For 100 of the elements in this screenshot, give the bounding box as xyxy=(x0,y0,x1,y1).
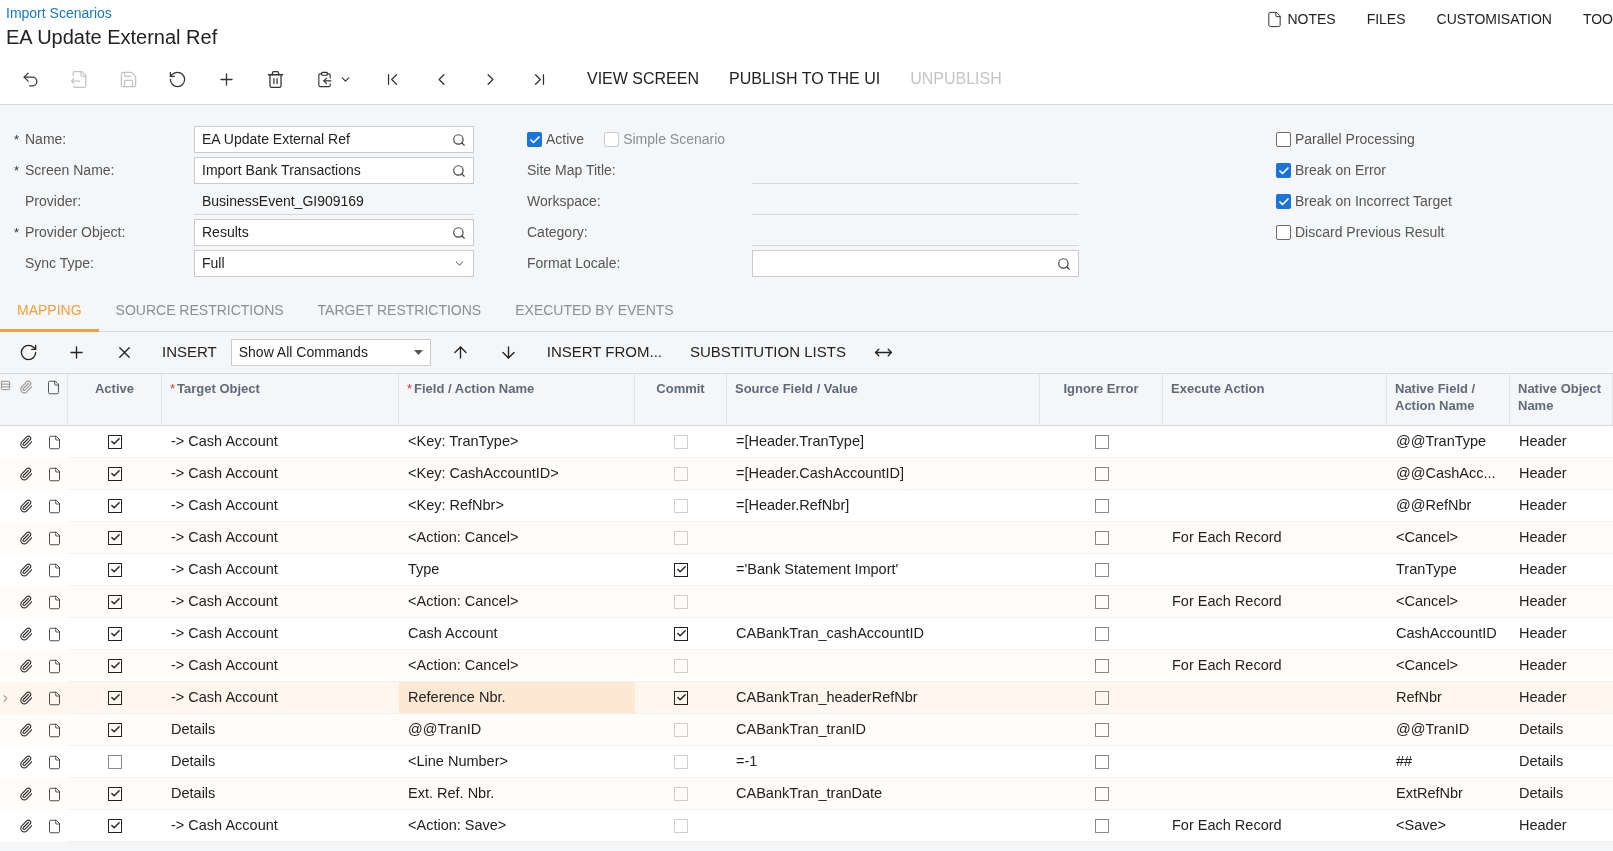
grid-toolbar-button[interactable]: INSERT xyxy=(148,337,231,368)
checkbox[interactable] xyxy=(674,626,688,641)
grid-row[interactable]: -> Cash Account <Action: Cancel> For Each Record <Cancel> Header xyxy=(0,586,1613,618)
checkbox[interactable] xyxy=(1094,530,1109,545)
field-value: BusinessEvent_GI909169 xyxy=(194,188,474,215)
undo-icon xyxy=(168,69,187,89)
checkbox[interactable] xyxy=(674,690,688,705)
command-filter-select[interactable]: Show All Commands xyxy=(230,339,431,366)
lookup-field[interactable]: Results xyxy=(194,219,474,246)
checkbox[interactable] xyxy=(108,466,122,481)
checkbox[interactable] xyxy=(108,562,122,577)
lookup-field[interactable]: Import Bank Transactions xyxy=(194,157,474,184)
attachment-icon xyxy=(19,723,33,737)
checkbox[interactable] xyxy=(1094,434,1109,449)
table-cell: For Each Record xyxy=(1163,810,1387,842)
checkbox[interactable] xyxy=(1094,626,1109,641)
field-label: Site Map Title: xyxy=(527,161,617,180)
attachment-icon xyxy=(19,531,33,545)
checkbox[interactable] xyxy=(108,594,122,609)
field-label: Sync Type: xyxy=(25,254,94,273)
grid-row[interactable]: Details @@TranID CABankTran_tranID @@TranID Details xyxy=(0,714,1613,746)
note-icon xyxy=(46,380,61,395)
checkbox[interactable] xyxy=(108,690,122,705)
attachment-icon xyxy=(19,467,33,481)
checkbox[interactable] xyxy=(1094,562,1109,577)
checkbox[interactable] xyxy=(1094,658,1109,673)
required-mark: * xyxy=(14,161,20,180)
grid-row[interactable]: -> Cash Account <Key: CashAccountID> =[Header.CashAccountID] @@CashAcc... Header xyxy=(0,458,1613,490)
checkbox[interactable] xyxy=(108,754,122,769)
checkbox[interactable] xyxy=(1094,498,1109,513)
toolbar-button[interactable]: PUBLISH TO THE UI xyxy=(716,63,894,95)
required-mark: * xyxy=(14,130,20,149)
top-link[interactable]: NOTES xyxy=(1266,10,1336,28)
column-title: Execute Action xyxy=(1171,381,1265,396)
checkbox[interactable] xyxy=(108,786,122,801)
breadcrumb-link[interactable]: Import Scenarios xyxy=(6,4,218,22)
table-cell: <Action: Save> xyxy=(399,810,635,842)
grid-toolbar-button[interactable]: INSERT FROM... xyxy=(532,337,677,368)
attachment-icon xyxy=(19,691,33,705)
note-icon xyxy=(46,690,62,706)
lookup-field[interactable]: EA Update External Ref xyxy=(194,126,474,153)
checkbox[interactable] xyxy=(1094,818,1109,833)
table-cell: <Save> xyxy=(1387,810,1510,842)
attachment-icon xyxy=(19,435,33,449)
column-title: Source Field / Value xyxy=(735,381,858,396)
grid-toolbar-button[interactable]: SUBSTITUTION LISTS xyxy=(676,337,860,368)
required-mark: * xyxy=(170,381,176,396)
checkbox-label: Break on Error xyxy=(1295,161,1387,180)
checkbox[interactable] xyxy=(108,626,122,641)
checkbox[interactable] xyxy=(674,562,688,577)
caret-icon xyxy=(413,350,423,355)
top-link[interactable]: FILES xyxy=(1366,10,1406,28)
save-icon xyxy=(119,69,138,89)
top-link[interactable]: TOO xyxy=(1582,10,1613,28)
note-icon xyxy=(46,466,62,482)
checkbox[interactable] xyxy=(1094,466,1109,481)
checkbox[interactable] xyxy=(527,132,542,147)
column-title: Commit xyxy=(656,381,705,396)
grid-row[interactable]: -> Cash Account <Action: Cancel> For Each Record <Cancel> Header xyxy=(0,522,1613,554)
checkbox[interactable] xyxy=(108,498,122,513)
note-icon xyxy=(46,594,62,610)
grid-row[interactable]: -> Cash Account Reference Nbr. CABankTran_headerRefNbr RefNbr Header xyxy=(0,682,1613,714)
checkbox[interactable] xyxy=(1276,194,1291,209)
field-label: Name: xyxy=(25,130,67,149)
checkbox[interactable] xyxy=(1276,163,1291,178)
checkbox[interactable] xyxy=(1276,132,1291,147)
checkbox[interactable] xyxy=(108,722,122,737)
checkbox[interactable] xyxy=(108,658,122,673)
checkbox[interactable] xyxy=(1094,690,1109,705)
checkbox[interactable] xyxy=(1094,786,1109,801)
table-cell: Reference Nbr. xyxy=(399,682,635,714)
attachment-icon xyxy=(19,627,33,641)
top-link[interactable]: CUSTOMISATION xyxy=(1436,10,1552,28)
table-cell: Header xyxy=(1510,810,1613,842)
checkbox[interactable] xyxy=(108,530,122,545)
checkbox[interactable] xyxy=(1094,754,1109,769)
note-icon xyxy=(46,498,62,514)
note-icon xyxy=(46,434,62,450)
column-title: Ignore Error xyxy=(1063,381,1139,396)
toolbar-button[interactable]: VIEW SCREEN xyxy=(574,63,712,95)
grid-row[interactable]: -> Cash Account <Action: Cancel> For Each Record <Cancel> Header xyxy=(0,650,1613,682)
note-icon xyxy=(46,786,62,802)
checkbox[interactable] xyxy=(1276,225,1291,240)
clipboard-icon xyxy=(316,70,333,88)
column-title: Native Object Name xyxy=(1518,381,1602,413)
checkbox-label: Break on Incorrect Target xyxy=(1295,192,1452,211)
checkbox[interactable] xyxy=(1094,594,1109,609)
search-icon xyxy=(1057,256,1071,271)
checkbox[interactable] xyxy=(108,434,122,449)
checkbox[interactable] xyxy=(1094,722,1109,737)
checkbox[interactable] xyxy=(108,818,122,833)
note-icon xyxy=(46,754,62,770)
search-icon xyxy=(452,163,466,178)
lookup-field[interactable] xyxy=(752,250,1079,277)
search-icon xyxy=(452,132,466,147)
grid-row[interactable]: Details Ext. Ref. Nbr. CABankTran_tranDate ExtRefNbr Details xyxy=(0,778,1613,810)
select-field[interactable]: Full xyxy=(194,250,474,277)
save-close-icon xyxy=(70,69,89,89)
field-label: Provider Object: xyxy=(25,223,126,242)
note-icon xyxy=(46,658,62,674)
